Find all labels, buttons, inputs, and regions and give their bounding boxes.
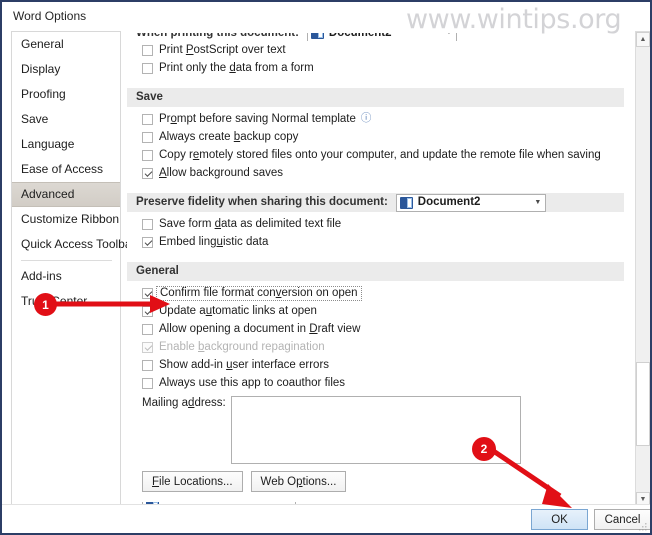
- scroll-clip-mask: [127, 31, 624, 33]
- checkbox-label: Print PostScript over text: [159, 44, 286, 56]
- save-form-data-as-delimited-text-checkbox[interactable]: [142, 218, 153, 230]
- combo-value: Document2: [417, 196, 481, 208]
- confirm-file-format-conversion-row[interactable]: Confirm file format conversion on open: [127, 284, 624, 302]
- page-title: Word Options: [13, 9, 87, 23]
- sidebar-divider: [21, 260, 112, 261]
- scroll-up-icon[interactable]: ▲: [636, 32, 650, 47]
- annotation-arrow-2: [484, 443, 572, 508]
- print-postscript-over-text-checkbox[interactable]: [142, 44, 153, 56]
- section-header-preserve-fidelity: Preserve fidelity when sharing this docu…: [127, 193, 624, 212]
- sidebar-item-label: Customize Ribbon: [21, 212, 120, 226]
- sidebar-item-label: Quick Access Toolbar: [21, 237, 136, 251]
- sidebar-item-label: Save: [21, 112, 49, 126]
- update-automatic-links-at-open-row[interactable]: Update automatic links at open: [127, 302, 624, 320]
- sidebar-item-label: Proofing: [21, 87, 66, 101]
- annotation-arrow-1: [54, 295, 170, 313]
- checkbox-label: Always use this app to coauthor files: [159, 377, 346, 389]
- sidebar-item-add-ins[interactable]: Add-ins: [12, 264, 120, 289]
- sidebar-item-display[interactable]: Display: [12, 57, 120, 82]
- embed-linguistic-data-row[interactable]: Embed linguistic data: [127, 233, 624, 251]
- advanced-options-pane: When printing this document: Document2 ▼…: [127, 31, 643, 508]
- mailing-address-label: Mailing address:: [142, 397, 226, 409]
- checkbox-label: Allow opening a document in Draft view: [159, 323, 361, 335]
- print-postscript-over-text-row[interactable]: Print PostScript over text: [127, 41, 624, 59]
- enable-background-repagination-checkbox: [142, 341, 153, 353]
- word-options-dialog: Word Options www.wintips.org General Dis…: [0, 0, 652, 535]
- always-use-this-app-to-coauthor-files-row[interactable]: Always use this app to coauthor files: [127, 374, 624, 392]
- prompt-before-saving-normal-template-row[interactable]: Prompt before saving Normal template ⓘ: [127, 110, 624, 128]
- scrollbar-thumb[interactable]: [636, 362, 650, 446]
- always-create-backup-copy-checkbox[interactable]: [142, 131, 153, 143]
- section-header-label: Preserve fidelity when sharing this docu…: [136, 196, 388, 208]
- always-create-backup-copy-row[interactable]: Always create backup copy: [127, 128, 624, 146]
- sidebar-item-advanced[interactable]: Advanced: [12, 182, 120, 207]
- section-header-save: Save: [127, 88, 624, 107]
- sidebar-item-label: General: [21, 37, 64, 51]
- embed-linguistic-data-checkbox[interactable]: [142, 236, 153, 248]
- sidebar-item-ease-of-access[interactable]: Ease of Access: [12, 157, 120, 182]
- sidebar-item-label: Advanced: [21, 187, 75, 201]
- preserve-fidelity-document-combo[interactable]: Document2 ▼: [395, 193, 546, 212]
- options-scroll-content: When printing this document: Document2 ▼…: [127, 31, 624, 508]
- sidebar-item-label: Add-ins: [21, 269, 62, 283]
- allow-opening-document-in-draft-view-checkbox[interactable]: [142, 323, 153, 335]
- options-scrollbar[interactable]: ▲ ▼: [635, 31, 650, 508]
- copy-remotely-stored-files-row[interactable]: Copy remotely stored files onto your com…: [127, 146, 624, 164]
- always-use-this-app-to-coauthor-files-checkbox[interactable]: [142, 377, 153, 389]
- checkbox-label: Enable background repagination: [159, 341, 325, 353]
- sidebar-item-customize-ribbon[interactable]: Customize Ribbon: [12, 207, 120, 232]
- checkbox-label: Prompt before saving Normal template: [159, 113, 356, 125]
- print-only-data-from-form-checkbox[interactable]: [142, 62, 153, 74]
- pane-clip: When printing this document: Document2 ▼…: [127, 31, 643, 508]
- options-category-list: General Display Proofing Save Language E…: [11, 31, 136, 508]
- copy-remotely-stored-files-checkbox[interactable]: [142, 149, 153, 161]
- sidebar-item-label: Display: [21, 62, 61, 76]
- checkbox-label: Embed linguistic data: [159, 236, 269, 248]
- file-locations-button[interactable]: File Locations...: [142, 471, 243, 492]
- prompt-before-saving-normal-template-checkbox[interactable]: [142, 113, 153, 125]
- sidebar-item-proofing[interactable]: Proofing: [12, 82, 120, 107]
- sidebar-item-save[interactable]: Save: [12, 107, 120, 132]
- save-form-data-as-delimited-text-row[interactable]: Save form data as delimited text file: [127, 215, 624, 233]
- checkbox-label: Copy remotely stored files onto your com…: [159, 149, 601, 161]
- annotation-badge-2: 2: [472, 437, 496, 461]
- sidebar-item-label: Language: [21, 137, 75, 151]
- checkbox-label: Show add-in user interface errors: [159, 359, 330, 371]
- allow-opening-document-in-draft-view-row[interactable]: Allow opening a document in Draft view: [127, 320, 624, 338]
- word-document-icon: [399, 196, 413, 209]
- checkbox-label: Confirm file format conversion on open: [156, 285, 362, 301]
- annotation-badge-1: 1: [34, 293, 57, 316]
- resize-grip-icon[interactable]: [638, 522, 648, 532]
- allow-background-saves-row[interactable]: Allow background saves: [127, 164, 624, 182]
- ok-button[interactable]: OK: [531, 509, 588, 530]
- checkbox-label: Update automatic links at open: [159, 305, 317, 317]
- enable-background-repagination-row: Enable background repagination: [127, 338, 624, 356]
- checkbox-label: Allow background saves: [159, 167, 284, 179]
- section-header-general: General: [127, 262, 624, 281]
- print-only-data-from-form-row[interactable]: Print only the data from a form: [127, 59, 624, 77]
- web-options-button[interactable]: Web Op tions...: [250, 471, 347, 492]
- allow-background-saves-checkbox[interactable]: [142, 167, 153, 179]
- checkbox-label: Print only the data from a form: [159, 62, 314, 74]
- show-add-in-user-interface-errors-checkbox[interactable]: [142, 359, 153, 371]
- sidebar-item-quick-access-toolbar[interactable]: Quick Access Toolbar: [12, 232, 136, 257]
- checkbox-label: Always create backup copy: [159, 131, 299, 143]
- info-icon[interactable]: ⓘ: [361, 110, 372, 125]
- show-add-in-user-interface-errors-row[interactable]: Show add-in user interface errors: [127, 356, 624, 374]
- sidebar-item-label: Ease of Access: [21, 162, 104, 176]
- checkbox-label: Save form data as delimited text file: [159, 218, 342, 230]
- chevron-down-icon: ▼: [534, 199, 542, 206]
- sidebar-item-general[interactable]: General: [12, 32, 120, 57]
- dialog-titlebar: Word Options: [2, 2, 650, 30]
- sidebar-item-language[interactable]: Language: [12, 132, 120, 157]
